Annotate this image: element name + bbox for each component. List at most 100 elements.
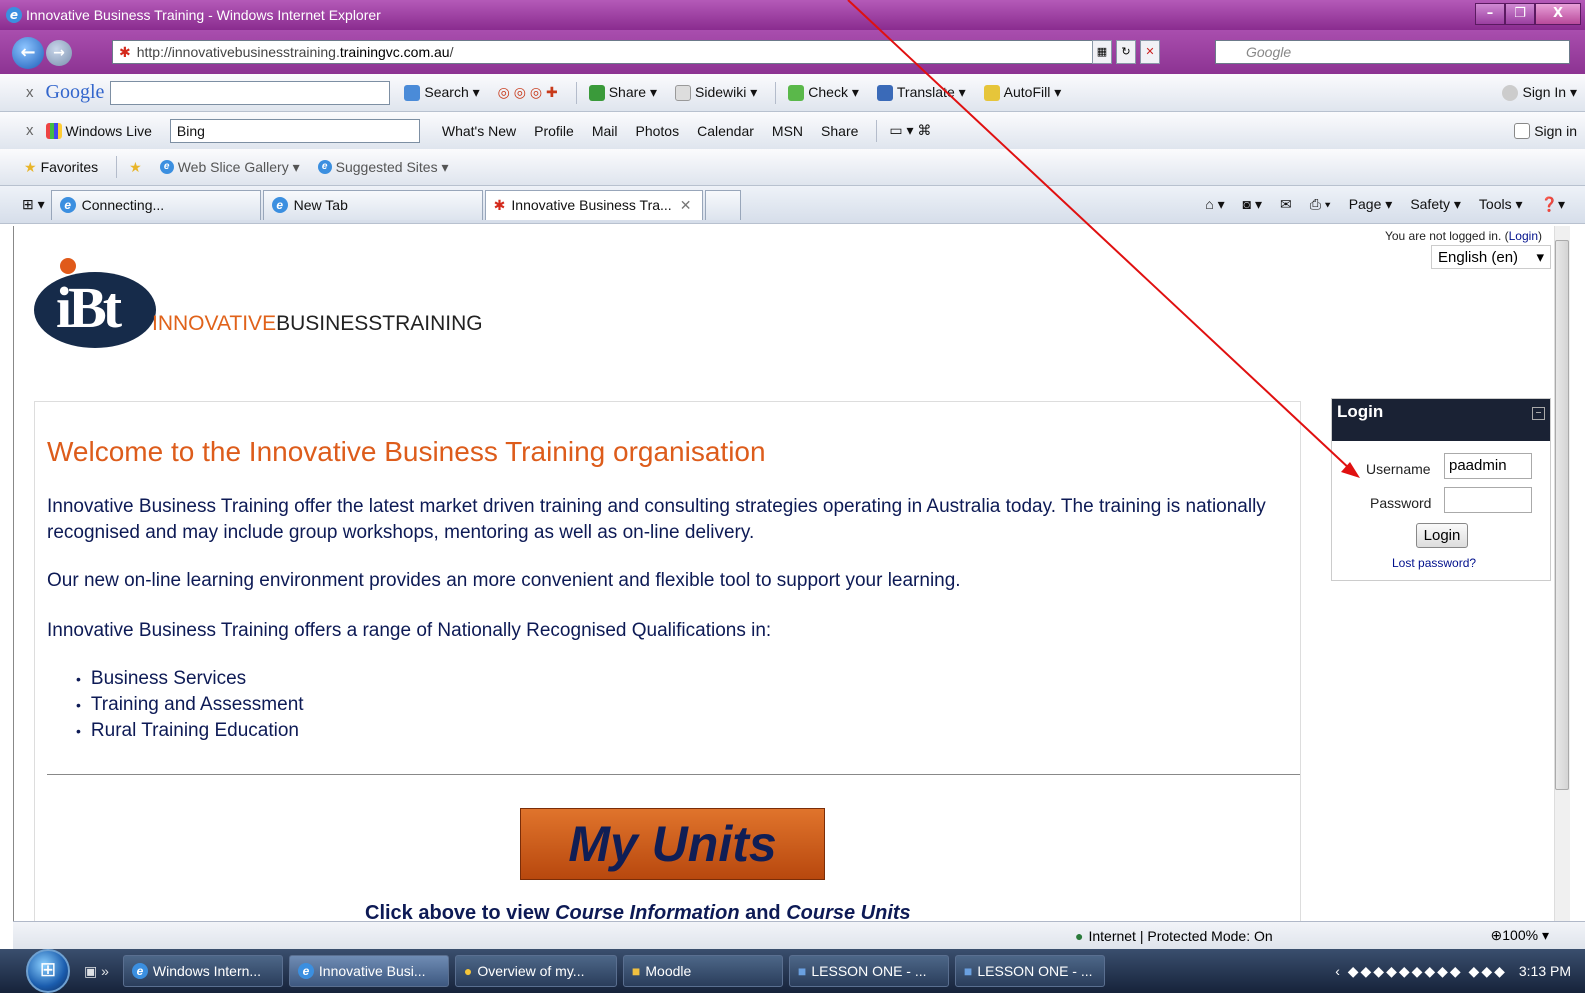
- logo-text: INNOVATIVEBUSINESSTRAINING: [152, 312, 483, 335]
- address-bar-row: ← → ✱ http://innovativebusinesstraining.…: [0, 30, 1585, 76]
- start-button[interactable]: ⊞: [26, 949, 70, 993]
- divider: [47, 774, 1300, 775]
- ie-logo-icon: e: [297, 963, 314, 979]
- status-bar: ● Internet | Protected Mode: On ⊕100% ▾: [13, 921, 1585, 949]
- web-slice-gallery[interactable]: e Web Slice Gallery ▾: [159, 159, 300, 176]
- help-icon[interactable]: ❓▾: [1541, 196, 1565, 213]
- refresh-icon[interactable]: ↻: [1116, 40, 1136, 64]
- folder-icon: ■: [631, 963, 641, 979]
- autofill-button[interactable]: AutoFill ▾: [983, 84, 1061, 101]
- close-button[interactable]: X: [1535, 3, 1581, 25]
- page-content: You are not logged in. (Login) English (…: [13, 226, 1570, 921]
- login-link[interactable]: Login: [1509, 229, 1538, 243]
- back-button[interactable]: ←: [12, 37, 44, 69]
- mail-icon[interactable]: ✉: [1280, 196, 1292, 213]
- chrome-icon: ●: [463, 963, 473, 979]
- check-icon: [788, 84, 805, 101]
- zoom-icon: ⊕: [1490, 927, 1503, 943]
- close-toolbar-icon[interactable]: x: [26, 122, 34, 139]
- tools-menu[interactable]: Tools ▾: [1479, 196, 1523, 213]
- share-button[interactable]: Share ▾: [588, 84, 657, 101]
- password-field[interactable]: [1444, 487, 1532, 513]
- taskbar-moodle[interactable]: ■ Moodle: [622, 955, 783, 987]
- live-item-calendar[interactable]: Calendar: [697, 123, 754, 139]
- address-input[interactable]: ✱ http://innovativebusinesstraining. trai…: [112, 40, 1112, 64]
- maximize-button[interactable]: ❐: [1505, 3, 1535, 25]
- google-search-input[interactable]: [110, 80, 391, 105]
- taskbar-chrome[interactable]: ● Overview of my...: [454, 955, 617, 987]
- live-sign-in[interactable]: Sign in: [1514, 122, 1577, 139]
- taskbar-lesson-one-1[interactable]: ■ LESSON ONE - ...: [788, 955, 949, 987]
- sidewiki-button[interactable]: Sidewiki ▾: [675, 84, 757, 101]
- tab-new-tab[interactable]: e New Tab: [262, 189, 483, 220]
- close-toolbar-icon[interactable]: x: [26, 84, 34, 101]
- list-item: Business Services: [76, 666, 304, 692]
- search-input[interactable]: Google: [1215, 40, 1570, 64]
- site-logo[interactable]: iBt INNOVATIVEBUSINESSTRAINING: [34, 254, 514, 348]
- security-zone[interactable]: ● Internet | Protected Mode: On: [1075, 928, 1273, 944]
- lost-password-link[interactable]: Lost password?: [1392, 556, 1476, 570]
- translate-button[interactable]: Translate ▾: [876, 84, 966, 101]
- tab-connecting[interactable]: e Connecting...: [50, 189, 261, 220]
- login-button[interactable]: Login: [1416, 523, 1468, 548]
- checkbox-icon: [1514, 122, 1531, 139]
- windows-live-logo[interactable]: Windows Live: [45, 122, 152, 139]
- taskbar: ⊞ ▣ » e Windows Intern... e Innovative Bus…: [0, 949, 1585, 993]
- feeds-icon[interactable]: ◙ ▾: [1243, 196, 1262, 213]
- logo-ibt: iBt: [56, 275, 122, 340]
- new-tab-button[interactable]: [704, 189, 741, 220]
- taskbar-ie-innovative[interactable]: e Innovative Busi...: [288, 955, 449, 987]
- window-title: Innovative Business Training - Windows I…: [26, 7, 381, 23]
- bing-search-input[interactable]: Bing: [169, 118, 420, 143]
- vertical-scrollbar[interactable]: [1554, 226, 1570, 921]
- spellcheck-button[interactable]: Check ▾: [788, 84, 859, 101]
- logo-dot: [60, 258, 76, 274]
- live-item-whats-new[interactable]: What's New: [442, 123, 516, 139]
- forward-button[interactable]: →: [46, 40, 72, 66]
- chevron-down-icon: ▾: [1536, 249, 1544, 266]
- google-sign-in[interactable]: Sign In ▾: [1502, 84, 1577, 101]
- taskbar-lesson-one-2[interactable]: ■ LESSON ONE - ...: [954, 955, 1105, 987]
- clock[interactable]: 3:13 PM: [1519, 963, 1571, 979]
- compatibility-view-icon[interactable]: ▦: [1092, 40, 1112, 64]
- google-toolbar: x Google Search ▾ ◎ ◎ ◎ ✚ Share ▾ Sidewi…: [0, 74, 1585, 112]
- suggested-sites[interactable]: e Suggested Sites ▾: [317, 159, 449, 176]
- live-item-photos[interactable]: Photos: [635, 123, 679, 139]
- zoom-level[interactable]: ⊕100% ▾: [1491, 927, 1549, 944]
- qualifications-paragraph: Innovative Business Training offers a ra…: [47, 620, 772, 641]
- windows-flag-icon: [45, 122, 62, 139]
- safety-menu[interactable]: Safety ▾: [1410, 196, 1461, 213]
- site-favicon-icon: ✱: [119, 43, 131, 60]
- google-search-button[interactable]: Search ▾: [404, 84, 480, 101]
- quick-launch[interactable]: ▣ »: [84, 963, 109, 980]
- tray-icons[interactable]: ‹ ◆◆◆◆◆◆◆◆◆ ◆◆◆: [1335, 963, 1507, 980]
- toolbar-extras[interactable]: ◎ ◎ ◎ ✚: [498, 84, 558, 101]
- close-tab-icon[interactable]: ✕: [680, 197, 692, 214]
- login-block: Login – Username paadmin Password Login L…: [1331, 398, 1551, 581]
- url-suffix: /: [449, 44, 454, 60]
- system-tray: ‹ ◆◆◆◆◆◆◆◆◆ ◆◆◆ 3:13 PM: [1335, 963, 1571, 980]
- add-favorites-icon[interactable]: ★: [129, 159, 142, 176]
- home-icon[interactable]: ⌂ ▾: [1205, 196, 1224, 213]
- quick-tabs-icon[interactable]: ⊞ ▾: [22, 196, 45, 213]
- scroll-thumb[interactable]: [1555, 240, 1569, 790]
- live-extras[interactable]: ▭ ▾ ⌘: [889, 122, 931, 139]
- language-select[interactable]: English (en) ▾: [1431, 245, 1551, 269]
- favorites-button[interactable]: ★ Favorites: [24, 159, 98, 176]
- print-icon[interactable]: ⎙ ▾: [1310, 196, 1331, 213]
- live-item-mail[interactable]: Mail: [592, 123, 618, 139]
- translate-icon: [876, 84, 893, 101]
- my-units-button[interactable]: My Units: [520, 808, 825, 880]
- taskbar-ie-windows[interactable]: e Windows Intern...: [122, 955, 283, 987]
- tab-innovative[interactable]: ✱ Innovative Business Tra... ✕: [484, 189, 703, 220]
- live-item-msn[interactable]: MSN: [772, 123, 803, 139]
- live-item-profile[interactable]: Profile: [534, 123, 574, 139]
- username-field[interactable]: paadmin: [1444, 453, 1532, 479]
- stop-icon[interactable]: ✕: [1140, 40, 1160, 64]
- live-item-share[interactable]: Share: [821, 123, 858, 139]
- user-icon: [1502, 84, 1519, 101]
- page-menu[interactable]: Page ▾: [1349, 196, 1393, 213]
- ie-logo-icon: e: [159, 160, 174, 174]
- collapse-icon[interactable]: –: [1532, 407, 1545, 420]
- minimize-button[interactable]: –: [1475, 3, 1505, 25]
